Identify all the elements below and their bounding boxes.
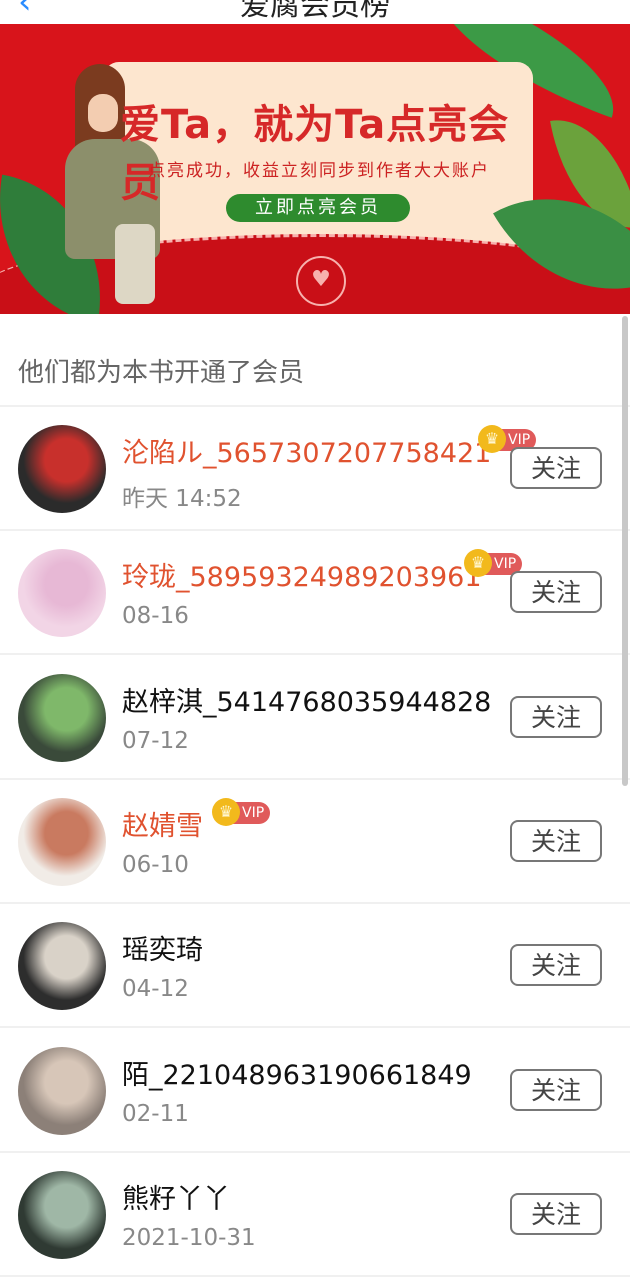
scrollbar[interactable]: [622, 316, 628, 786]
divider: [0, 1275, 630, 1277]
crown-icon: ♛: [212, 798, 240, 826]
member-name[interactable]: 玲珑_58959324989203961: [122, 555, 482, 594]
member-date: 06-10: [122, 852, 189, 878]
follow-button[interactable]: 关注: [510, 447, 602, 489]
member-row[interactable]: 玲珑_58959324989203961 ♛ VIP 08-16 关注: [0, 531, 630, 653]
member-row[interactable]: 熊籽丫丫 2021-10-31 关注: [0, 1153, 630, 1275]
follow-button[interactable]: 关注: [510, 1069, 602, 1111]
vip-label: VIP: [508, 432, 531, 448]
follow-button[interactable]: 关注: [510, 571, 602, 613]
follow-button[interactable]: 关注: [510, 944, 602, 986]
member-row[interactable]: 瑶奕琦 04-12 关注: [0, 904, 630, 1026]
light-up-vip-button[interactable]: 立即点亮会员: [226, 194, 410, 222]
member-date: 07-12: [122, 728, 189, 754]
avatar[interactable]: [18, 425, 106, 513]
member-name[interactable]: 陌_221048963190661849: [122, 1053, 472, 1092]
member-date: 昨天 14:52: [122, 486, 242, 512]
member-date: 04-12: [122, 976, 189, 1002]
banner-headline: 爱Ta，就为Ta点亮会员: [120, 102, 510, 206]
avatar[interactable]: [18, 798, 106, 886]
avatar[interactable]: [18, 1171, 106, 1259]
member-row[interactable]: 沦陷ル_5657307207758421 ♛ VIP 昨天 14:52 关注: [0, 407, 630, 529]
member-name[interactable]: 瑶奕琦: [122, 928, 203, 967]
divider: [0, 1026, 630, 1028]
promo-banner[interactable]: 爱Ta，就为Ta点亮会员 点亮成功，收益立刻同步到作者大大账户 立即点亮会员 ♥: [0, 24, 630, 314]
top-bar: ‹ 爱腐会员榜: [0, 0, 630, 24]
member-name[interactable]: 赵婧雪: [122, 804, 203, 843]
member-date: 2021-10-31: [122, 1225, 256, 1251]
divider: [0, 653, 630, 655]
member-row[interactable]: 赵婧雪 ♛ VIP 06-10 关注: [0, 780, 630, 902]
member-name[interactable]: 沦陷ル_5657307207758421: [122, 431, 491, 470]
heart-seal-icon: ♥: [296, 256, 346, 306]
page-title: 爱腐会员榜: [240, 0, 390, 23]
member-date: 08-16: [122, 603, 189, 629]
avatar[interactable]: [18, 1047, 106, 1135]
avatar[interactable]: [18, 922, 106, 1010]
avatar[interactable]: [18, 674, 106, 762]
member-row[interactable]: 赵梓淇_5414768035944828 07-12 关注: [0, 656, 630, 778]
vip-label: VIP: [242, 805, 265, 821]
section-title: 他们都为本书开通了会员: [18, 358, 305, 388]
follow-button[interactable]: 关注: [510, 1193, 602, 1235]
follow-button[interactable]: 关注: [510, 820, 602, 862]
vip-label: VIP: [494, 556, 517, 572]
crown-icon: ♛: [478, 425, 506, 453]
member-name[interactable]: 赵梓淇_5414768035944828: [122, 680, 491, 719]
avatar[interactable]: [18, 549, 106, 637]
member-row[interactable]: 陌_221048963190661849 02-11 关注: [0, 1029, 630, 1151]
member-name[interactable]: 熊籽丫丫: [122, 1177, 230, 1216]
follow-button[interactable]: 关注: [510, 696, 602, 738]
banner-subline: 点亮成功，收益立刻同步到作者大大账户: [148, 161, 490, 181]
vip-badge: ♛ VIP: [212, 798, 270, 826]
member-date: 02-11: [122, 1101, 189, 1127]
crown-icon: ♛: [464, 549, 492, 577]
